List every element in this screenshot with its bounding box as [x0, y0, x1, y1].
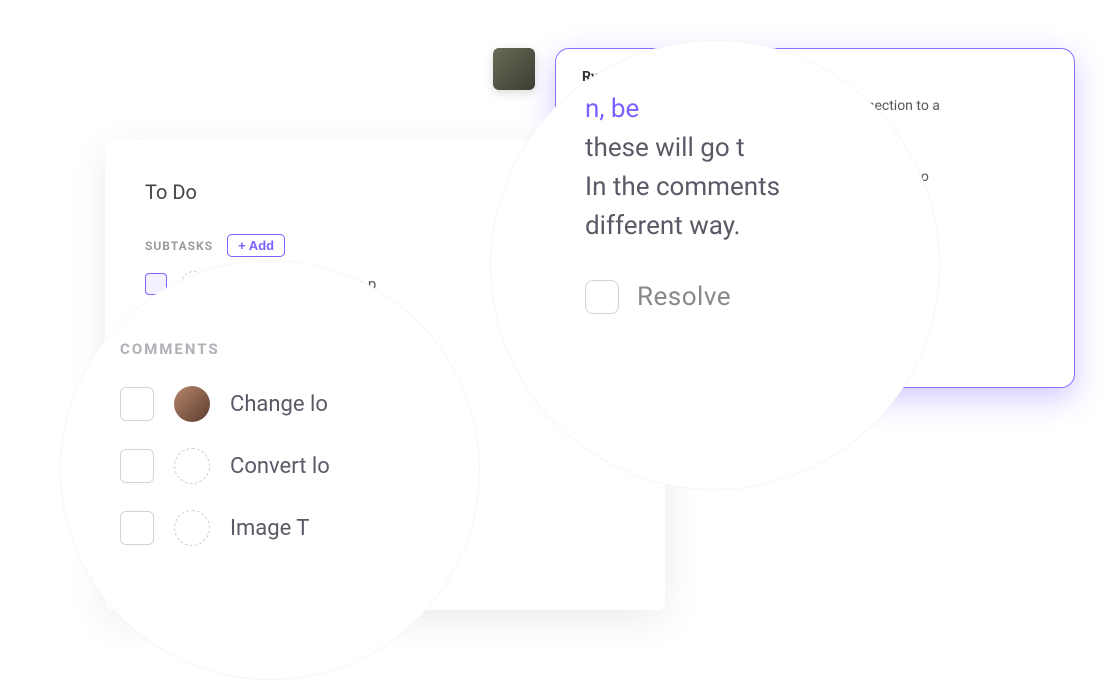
zoom-text-line: In the comments: [585, 172, 780, 202]
zoom-lens-comments-list: COMMENTS Change lo Convert lo Image T: [60, 260, 480, 680]
resolve-row[interactable]: Resolve: [585, 280, 900, 314]
zoom-task-label: Change lo: [230, 392, 328, 417]
zoom-text-line: these will go t: [585, 133, 745, 163]
checkbox-icon[interactable]: [120, 449, 154, 483]
zoom-task-label: Convert lo: [230, 454, 330, 479]
zoom-task-row[interactable]: Convert lo: [120, 448, 440, 484]
zoom-task-label: Image T: [230, 516, 309, 541]
assignee-avatar[interactable]: [174, 386, 210, 422]
subtasks-label: SUBTASKS: [145, 239, 213, 253]
zoom-text-line: different way.: [585, 211, 741, 241]
zoom-lens-comment: n, be these will go t In the comments di…: [490, 40, 940, 490]
assignee-placeholder-icon[interactable]: [174, 510, 210, 546]
add-subtask-button[interactable]: + Add: [227, 234, 285, 257]
zoom-mention: n, be: [585, 94, 639, 124]
comment-author-avatar[interactable]: [493, 48, 535, 90]
assignee-placeholder-icon[interactable]: [174, 448, 210, 484]
zoom-comments-label: COMMENTS: [120, 340, 440, 358]
resolve-label: Resolve: [637, 282, 731, 312]
checkbox-icon[interactable]: [120, 511, 154, 545]
zoom-task-row[interactable]: Image T: [120, 510, 440, 546]
resolve-checkbox[interactable]: [585, 280, 619, 314]
zoom-task-row[interactable]: Change lo: [120, 386, 440, 422]
checkbox-icon[interactable]: [120, 387, 154, 421]
